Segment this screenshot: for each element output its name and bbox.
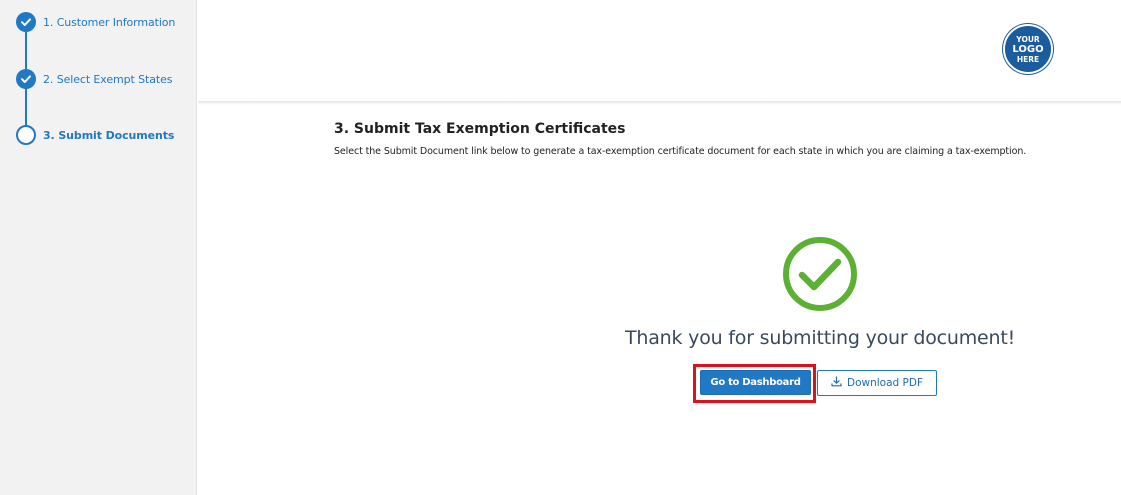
page-description: Select the Submit Document link below to… xyxy=(334,146,1027,157)
header-divider xyxy=(198,101,1121,105)
step-submit-documents[interactable]: 3. Submit Documents xyxy=(16,125,174,145)
page-title: 3. Submit Tax Exemption Certificates xyxy=(334,121,626,137)
current-step-icon xyxy=(16,125,36,145)
download-icon xyxy=(831,376,842,390)
step-customer-information[interactable]: 1. Customer Information xyxy=(16,12,175,32)
go-to-dashboard-button[interactable]: Go to Dashboard xyxy=(700,370,811,395)
step-label: 3. Submit Documents xyxy=(43,128,175,142)
download-pdf-button[interactable]: Download PDF xyxy=(817,370,937,396)
logo-text: YOUR xyxy=(1016,34,1040,44)
step-select-exempt-states[interactable]: 2. Select Exempt States xyxy=(16,69,172,89)
success-message: Thank you for submitting your document! xyxy=(624,327,1016,349)
step-label: 1. Customer Information xyxy=(43,15,176,29)
sidebar: 1. Customer Information 2. Select Exempt… xyxy=(0,0,197,495)
step-label: 2. Select Exempt States xyxy=(43,72,173,86)
check-icon xyxy=(16,12,36,32)
logo-text: HERE xyxy=(1016,54,1040,64)
check-icon xyxy=(16,69,36,89)
check-circle-icon xyxy=(781,235,859,313)
logo-text: LOGO xyxy=(1012,43,1044,55)
download-pdf-label: Download PDF xyxy=(847,377,923,389)
company-logo: YOUR LOGO HERE xyxy=(1003,24,1053,74)
